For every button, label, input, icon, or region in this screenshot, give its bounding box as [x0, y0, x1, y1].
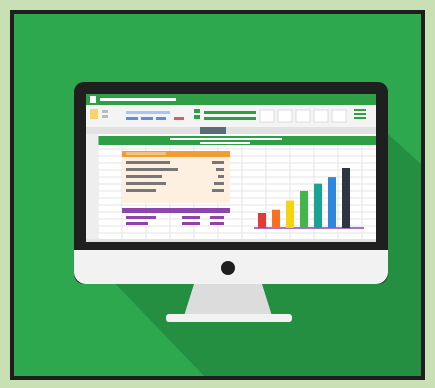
- ribbon-mark: [204, 111, 256, 114]
- table-text-line: [218, 175, 224, 178]
- banner-text-line: [200, 142, 250, 144]
- table-text-line: [214, 182, 224, 185]
- summary-text-line: [182, 222, 200, 225]
- summary-text-line: [126, 216, 156, 219]
- ribbon-mark: [194, 115, 200, 119]
- table-header-text: [126, 152, 166, 155]
- ribbon-mark: [194, 109, 200, 113]
- chart-bar: [258, 213, 266, 228]
- ribbon-mark: [204, 117, 256, 120]
- chart-bar: [286, 200, 294, 228]
- banner-text-line: [170, 138, 282, 140]
- table-text-line: [216, 168, 224, 171]
- chart-bar: [300, 190, 308, 228]
- ribbon-box: [277, 109, 293, 123]
- ribbon-mark: [354, 117, 366, 119]
- column-header-row: [86, 127, 376, 134]
- summary-text-line: [210, 222, 224, 225]
- ribbon-mark: [156, 117, 166, 120]
- ribbon-mark: [102, 115, 108, 118]
- ribbon-box: [259, 109, 275, 123]
- ribbon-mark: [141, 117, 153, 120]
- ribbon-box: [313, 109, 329, 123]
- illustration-canvas: [14, 14, 421, 376]
- chart-bar: [328, 177, 336, 228]
- sheet-tabs-strip: [86, 239, 376, 242]
- ribbon-mark: [126, 117, 138, 120]
- table-text-line: [126, 168, 178, 171]
- ribbon-mark: [126, 111, 170, 114]
- app-logo-icon: [90, 96, 96, 103]
- ribbon-box: [331, 109, 347, 123]
- ribbon-mark: [354, 109, 366, 111]
- summary-text-line: [182, 216, 200, 219]
- ribbon-mark: [174, 117, 184, 120]
- monitor-stand-neck: [184, 284, 272, 316]
- summary-text-line: [210, 216, 224, 219]
- table-text-line: [126, 161, 170, 164]
- selected-column-header: [200, 127, 226, 134]
- window-title-placeholder: [100, 98, 176, 101]
- table-text-line: [126, 182, 166, 185]
- chart-bar: [272, 209, 280, 228]
- chart-bar: [342, 168, 350, 228]
- illustration-frame: [10, 10, 425, 380]
- monitor-stand-base: [166, 314, 292, 322]
- table-text-line: [126, 189, 156, 192]
- table-text-line: [212, 189, 224, 192]
- ribbon-mark: [354, 113, 366, 115]
- paste-icon: [90, 109, 98, 119]
- ribbon-mark: [102, 110, 108, 113]
- chart-bar: [314, 183, 322, 228]
- summary-header: [122, 208, 230, 213]
- row-header-column: [86, 134, 98, 239]
- summary-text-line: [126, 222, 148, 225]
- spreadsheet-icon: [86, 94, 376, 242]
- table-text-line: [126, 175, 162, 178]
- power-button-icon: [221, 261, 235, 275]
- ribbon-box: [295, 109, 311, 123]
- table-text-line: [212, 161, 224, 164]
